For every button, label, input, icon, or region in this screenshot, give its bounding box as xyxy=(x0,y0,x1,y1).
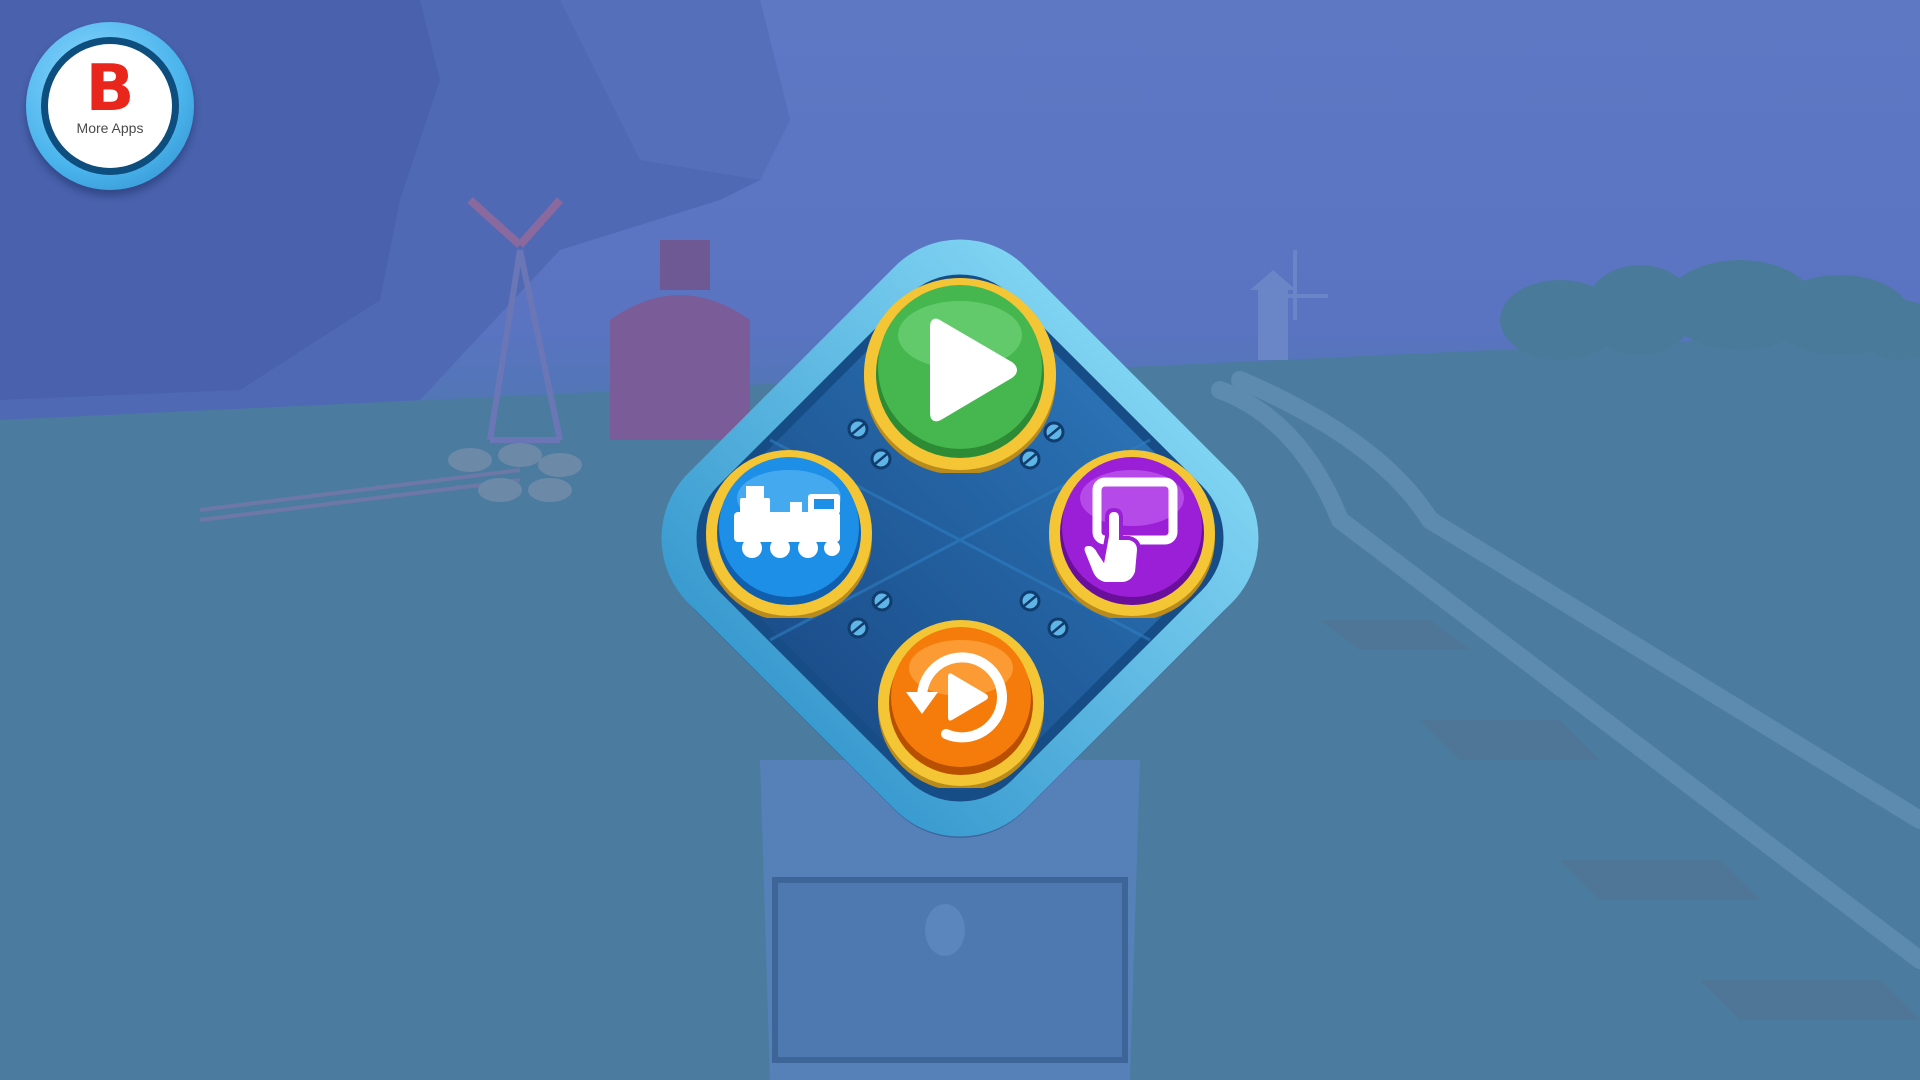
more-apps-ring: B More Apps xyxy=(41,37,179,175)
play-button[interactable] xyxy=(861,275,1059,473)
replay-icon xyxy=(906,652,1007,743)
farm-background xyxy=(0,0,1920,1080)
trains-button[interactable] xyxy=(704,448,874,618)
more-apps-button[interactable]: B More Apps xyxy=(26,22,194,190)
replay-button[interactable] xyxy=(876,618,1046,788)
touch-screen-icon xyxy=(1080,477,1178,586)
more-apps-label: More Apps xyxy=(76,120,144,136)
screen-touch-button[interactable] xyxy=(1047,448,1217,618)
game-scene: B More Apps xyxy=(0,0,1920,1080)
train-icon xyxy=(734,486,840,558)
more-apps-face: B More Apps xyxy=(48,44,172,168)
play-icon xyxy=(930,318,1017,422)
brand-logo-icon: B xyxy=(85,52,135,126)
